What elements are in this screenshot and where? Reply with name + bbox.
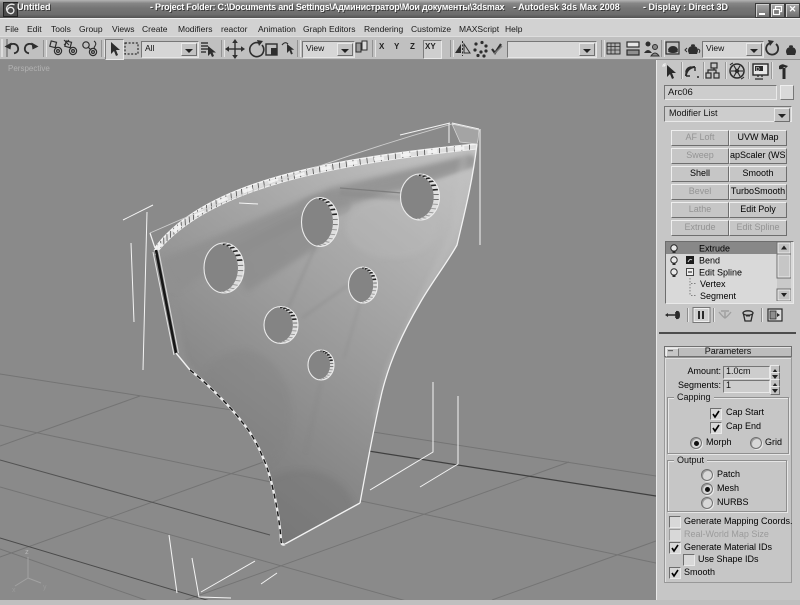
svg-text:Perspective: Perspective <box>8 64 50 73</box>
svg-text:Extrude: Extrude <box>699 244 730 254</box>
svg-text:x: x <box>12 587 16 594</box>
svg-text:D: D <box>756 67 760 73</box>
svg-text:Bend: Bend <box>699 256 720 266</box>
svg-text:Vertex: Vertex <box>700 279 726 289</box>
svg-text:Edit Spline: Edit Spline <box>699 268 742 278</box>
svg-text:z: z <box>25 547 29 556</box>
svg-text:Segment: Segment <box>700 291 737 301</box>
svg-text:y: y <box>43 584 47 591</box>
